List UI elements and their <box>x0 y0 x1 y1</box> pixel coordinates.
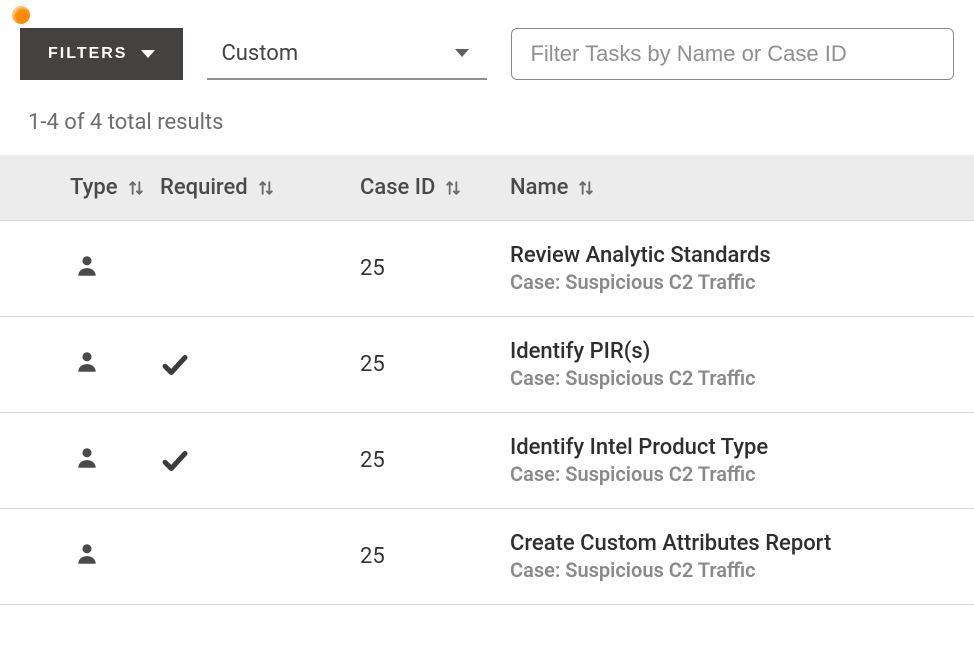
column-header-label: Name <box>510 175 568 200</box>
cell-type <box>0 541 160 573</box>
user-icon <box>74 349 100 381</box>
case-id-value: 25 <box>360 256 385 281</box>
cell-name: Review Analytic Standards Case: Suspicio… <box>510 243 974 294</box>
toolbar: FILTERS Custom <box>0 0 974 104</box>
task-name: Identify Intel Product Type <box>510 435 768 460</box>
column-header-name[interactable]: Name <box>510 175 974 200</box>
status-indicator-dot <box>12 6 30 24</box>
case-id-value: 25 <box>360 448 385 473</box>
chevron-down-icon <box>455 49 469 57</box>
user-icon <box>74 541 100 573</box>
check-icon <box>160 446 190 476</box>
table-header-row: Type Required Case ID Name <box>0 155 974 221</box>
sort-icon <box>256 178 276 198</box>
chevron-down-icon <box>141 50 155 58</box>
column-header-type[interactable]: Type <box>0 175 160 200</box>
cell-case-id: 25 <box>360 256 510 281</box>
cell-case-id: 25 <box>360 544 510 569</box>
task-name: Create Custom Attributes Report <box>510 531 831 556</box>
cell-case-id: 25 <box>360 448 510 473</box>
user-icon <box>74 253 100 285</box>
search-input[interactable] <box>511 28 954 80</box>
filter-type-value: Custom <box>221 41 298 66</box>
filters-button-label: FILTERS <box>48 45 127 63</box>
cell-name: Identify Intel Product Type Case: Suspic… <box>510 435 974 486</box>
column-header-label: Type <box>70 175 118 200</box>
task-name: Identify PIR(s) <box>510 339 756 364</box>
cell-type <box>0 445 160 477</box>
results-count: 1-4 of 4 total results <box>0 104 974 155</box>
check-icon <box>160 350 190 380</box>
cell-name: Identify PIR(s) Case: Suspicious C2 Traf… <box>510 339 974 390</box>
cell-required <box>160 446 360 476</box>
table-body: 25 Review Analytic Standards Case: Suspi… <box>0 221 974 605</box>
case-subtitle: Case: Suspicious C2 Traffic <box>510 366 756 390</box>
task-name: Review Analytic Standards <box>510 243 771 268</box>
cell-required <box>160 350 360 380</box>
table-row[interactable]: 25 Create Custom Attributes Report Case:… <box>0 509 974 605</box>
table-row[interactable]: 25 Identify Intel Product Type Case: Sus… <box>0 413 974 509</box>
sort-icon <box>443 178 463 198</box>
filter-type-select[interactable]: Custom <box>207 28 487 80</box>
tasks-table: Type Required Case ID Name <box>0 155 974 605</box>
column-header-label: Required <box>160 175 248 200</box>
sort-icon <box>576 178 596 198</box>
case-id-value: 25 <box>360 352 385 377</box>
cell-type <box>0 253 160 285</box>
case-subtitle: Case: Suspicious C2 Traffic <box>510 270 771 294</box>
case-subtitle: Case: Suspicious C2 Traffic <box>510 462 768 486</box>
case-id-value: 25 <box>360 544 385 569</box>
table-row[interactable]: 25 Identify PIR(s) Case: Suspicious C2 T… <box>0 317 974 413</box>
column-header-required[interactable]: Required <box>160 175 360 200</box>
case-subtitle: Case: Suspicious C2 Traffic <box>510 558 831 582</box>
sort-icon <box>126 178 146 198</box>
column-header-label: Case ID <box>360 175 435 200</box>
cell-name: Create Custom Attributes Report Case: Su… <box>510 531 974 582</box>
table-row[interactable]: 25 Review Analytic Standards Case: Suspi… <box>0 221 974 317</box>
column-header-case-id[interactable]: Case ID <box>360 175 510 200</box>
filters-button[interactable]: FILTERS <box>20 28 183 80</box>
user-icon <box>74 445 100 477</box>
cell-type <box>0 349 160 381</box>
cell-case-id: 25 <box>360 352 510 377</box>
